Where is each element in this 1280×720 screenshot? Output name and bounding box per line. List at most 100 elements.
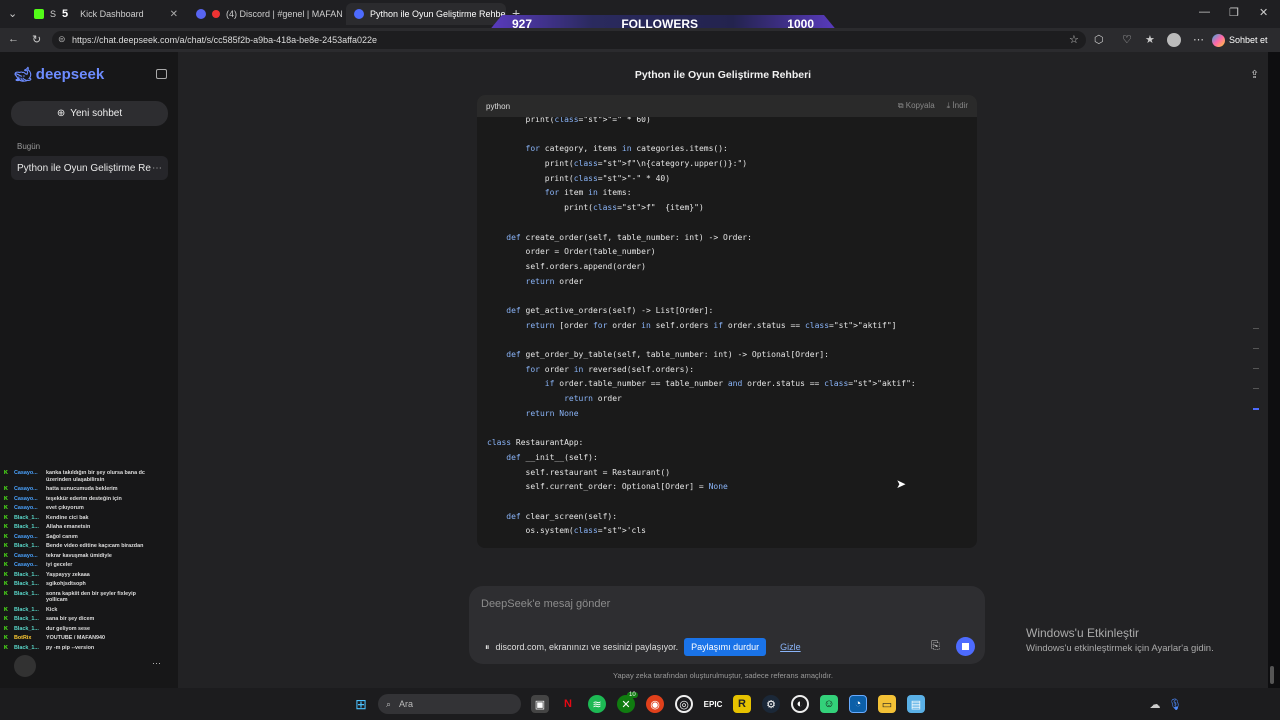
copilot-chat-button[interactable]: Sohbet et bbox=[1212, 31, 1268, 49]
tab-list-icon[interactable]: ⌄ bbox=[8, 7, 17, 20]
download-button[interactable]: ⤓ İndir bbox=[947, 101, 968, 111]
share-notice-text: discord.com, ekranınızı ve sesinizi payl… bbox=[495, 642, 679, 652]
more-options-icon[interactable]: ⋯ bbox=[152, 163, 162, 174]
epic-games-icon[interactable]: EPIC bbox=[704, 695, 723, 713]
task-view-icon[interactable]: ▣ bbox=[531, 695, 549, 713]
browser-essentials-icon[interactable]: ♡ bbox=[1122, 33, 1132, 46]
chat-username: Black_1... bbox=[14, 625, 39, 632]
hide-notice-link[interactable]: Gizle bbox=[780, 642, 801, 652]
chat-text: Yaşpayyy zekaaa bbox=[46, 571, 90, 578]
chat-text: sgikohjsdtsoph bbox=[46, 581, 86, 587]
copy-button[interactable]: ⧉ Kopyala bbox=[898, 101, 935, 111]
close-tab-icon[interactable]: ✕ bbox=[170, 9, 178, 20]
discord-app-icon[interactable]: ☺ bbox=[820, 695, 838, 713]
collapse-sidebar-icon[interactable] bbox=[156, 69, 167, 79]
restore-icon[interactable]: ❐ bbox=[1229, 6, 1239, 19]
netflix-icon[interactable]: N bbox=[559, 695, 577, 713]
scroll-marker[interactable] bbox=[1253, 368, 1259, 369]
kick-badge-icon: K bbox=[4, 625, 8, 632]
kick-badge-icon: K bbox=[4, 505, 8, 511]
kick-badge-icon: K bbox=[4, 606, 8, 613]
game-launcher-icon[interactable]: ◉ bbox=[646, 695, 664, 713]
chat-text: evet çıkıyorum bbox=[46, 505, 84, 511]
copy-label: Kopyala bbox=[905, 101, 935, 110]
tab-label: S bbox=[50, 9, 57, 19]
chat-text: Kendine cici bak bbox=[46, 514, 89, 521]
deepseek-icon bbox=[354, 9, 364, 19]
code-line: return order bbox=[564, 394, 622, 404]
history-item-label: Python ile Oyun Geliştirme Re bbox=[17, 162, 151, 174]
code-body: print(class="st">"=" * 60) for category,… bbox=[487, 113, 967, 539]
app-icon[interactable]: ▤ bbox=[907, 695, 925, 713]
steam-icon[interactable]: ⚙ bbox=[762, 695, 780, 713]
kick-badge-icon: K bbox=[4, 590, 8, 597]
scroll-marker[interactable] bbox=[1253, 348, 1259, 349]
stop-sharing-button[interactable]: Paylaşımı durdur bbox=[684, 638, 767, 656]
gog-icon[interactable]: ◎ bbox=[675, 695, 693, 713]
chat-text: sonra kapkiit den bir şeyler fixleyip yo… bbox=[46, 590, 136, 604]
sidebar-more-icon[interactable]: ⋯ bbox=[152, 658, 161, 669]
scroll-marker[interactable] bbox=[1253, 388, 1259, 389]
chat-text: teşekkür ederim desteğin için bbox=[46, 495, 122, 502]
chat-username: Casayo... bbox=[14, 470, 38, 476]
back-icon[interactable]: ← bbox=[8, 33, 19, 45]
taskbar-search[interactable]: ⌕ Ara bbox=[378, 694, 521, 714]
file-explorer-icon[interactable]: ▭ bbox=[878, 695, 896, 713]
copilot-label: Sohbet et bbox=[1229, 35, 1268, 45]
code-line: def get_active_orders(self) -> List[Orde… bbox=[506, 305, 714, 315]
scroll-marker[interactable] bbox=[1253, 328, 1259, 329]
code-line: def __init__(self): bbox=[506, 452, 598, 462]
site-info-icon[interactable]: ⊜ bbox=[58, 34, 66, 45]
chat-username: Black_1... bbox=[14, 581, 39, 587]
edge-icon[interactable]: ◔ bbox=[849, 695, 867, 713]
ubisoft-icon[interactable]: ◐ bbox=[791, 695, 809, 713]
stop-generation-button[interactable] bbox=[956, 637, 975, 656]
extensions-icon[interactable]: ⬡ bbox=[1094, 33, 1104, 46]
chat-username: Casayo... bbox=[14, 486, 38, 492]
code-line: os.system(class="st">'cls bbox=[487, 526, 646, 536]
tab-deepseek[interactable]: Python ile Oyun Geliştirme Rehbe ✕ bbox=[346, 3, 506, 25]
profile-avatar[interactable] bbox=[1167, 33, 1181, 47]
spotify-icon[interactable]: ≋ bbox=[588, 695, 606, 713]
chat-message: K Black_1... py -m pip --version bbox=[4, 645, 154, 652]
favorites-icon[interactable]: ★ bbox=[1145, 33, 1155, 46]
windows-start-icon[interactable]: ⊞ bbox=[352, 695, 370, 713]
kick-badge-icon: K bbox=[4, 470, 8, 476]
chat-text: py -m pip --version bbox=[46, 644, 95, 651]
url-input[interactable]: ⊜ https://chat.deepseek.com/a/chat/s/cc5… bbox=[52, 31, 1086, 49]
new-chat-button[interactable]: ⊕ Yeni sohbet bbox=[11, 101, 168, 126]
chat-username: Casayo... bbox=[14, 533, 38, 540]
microphone-icon[interactable]: 🎙︎ bbox=[1166, 695, 1184, 713]
favorite-star-icon[interactable]: ☆ bbox=[1069, 33, 1079, 46]
share-icon[interactable]: ⇪ bbox=[1250, 68, 1259, 81]
minimize-icon[interactable]: — bbox=[1199, 6, 1210, 18]
page-scrollbar[interactable] bbox=[1270, 666, 1274, 684]
message-input[interactable]: DeepSeek'e mesaj gönder bbox=[481, 598, 610, 610]
tab-discord[interactable]: (4) Discord | #genel | MAFAN ✕ bbox=[188, 3, 344, 25]
tab-label: (4) Discord | #genel | MAFAN bbox=[226, 9, 343, 19]
deepseek-logo[interactable]: 🐋︎ deepseek bbox=[14, 66, 104, 83]
code-line: print(class="st">f"\n{category.upper()}:… bbox=[487, 159, 748, 169]
scroll-marker-active[interactable] bbox=[1253, 408, 1259, 410]
kick-badge-icon: K bbox=[4, 514, 8, 521]
attach-icon[interactable]: ⎘ bbox=[931, 640, 940, 653]
stream-chat-overlay: K Casayo... kanka takıldığın bir şey olurs… bbox=[4, 470, 154, 654]
more-menu-icon[interactable]: ⋯ bbox=[1193, 33, 1204, 46]
network-icon[interactable]: ☁ bbox=[1146, 695, 1164, 713]
chat-text: Kick bbox=[46, 606, 58, 613]
history-item[interactable]: Python ile Oyun Geliştirme Re ⋯ bbox=[11, 156, 168, 180]
code-line: print(class="st">f" {item}") bbox=[487, 203, 704, 213]
chat-text: kanka takıldığın bir şey olursa bana dc … bbox=[46, 470, 145, 483]
close-window-icon[interactable]: ✕ bbox=[1259, 6, 1268, 19]
kick-badge-icon: K bbox=[4, 635, 8, 641]
riot-games-icon[interactable]: R bbox=[733, 695, 751, 713]
chat-username: Black_1... bbox=[14, 543, 39, 549]
xbox-badge: 10 bbox=[627, 692, 638, 698]
reload-icon[interactable]: ↻ bbox=[32, 33, 41, 46]
recording-icon bbox=[212, 10, 220, 18]
chat-username: Casayo... bbox=[14, 552, 38, 559]
tab-kick-dashboard[interactable]: S 5 Kick Dashboard ✕ bbox=[26, 3, 186, 25]
chat-username: Black_1... bbox=[14, 606, 39, 613]
code-block-header: python ⧉ Kopyala ⤓ İndir bbox=[477, 95, 977, 117]
tab-overlay-label: 5 bbox=[62, 8, 69, 20]
